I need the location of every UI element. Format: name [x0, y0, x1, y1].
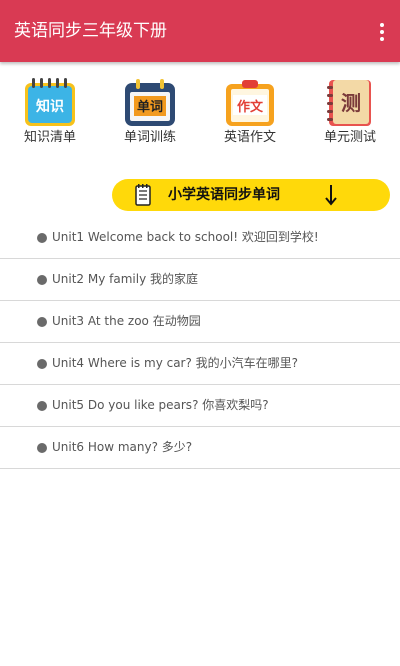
feature-label: 单词训练 [123, 130, 176, 145]
unit-label: Unit5 Do you like pears? 你喜欢梨吗? [52, 398, 269, 412]
unit-label: Unit1 Welcome back to school! 欢迎回到学校! [52, 230, 319, 244]
unit-label: Unit2 My family 我的家庭 [52, 272, 198, 286]
section-banner: 小学英语同步单词 [112, 179, 390, 211]
bullet-icon [37, 443, 47, 453]
feature-english-composition[interactable]: 作文 英语作文 [210, 74, 290, 154]
unit-label: Unit6 How many? 多少? [52, 440, 193, 454]
bullet-icon [37, 359, 47, 369]
feature-grid: 知识 知识清单 单词 单词训练 作文 英语作文 测 单元测试 [0, 74, 400, 154]
feature-icon-text: 知识 [36, 98, 64, 115]
unit-label: Unit4 Where is my car? 我的小汽车在哪里? [52, 356, 299, 370]
feature-icon-text: 单词 [137, 99, 163, 115]
unit-label: Unit3 At the zoo 在动物园 [52, 314, 201, 328]
feature-word-training[interactable]: 单词 单词训练 [110, 74, 190, 154]
feature-unit-test[interactable]: 测 单元测试 [310, 74, 390, 154]
feature-label: 英语作文 [223, 130, 276, 145]
feature-icon-text: 测 [341, 91, 361, 115]
bullet-icon [37, 233, 47, 243]
test-book-icon: 测 [327, 80, 371, 126]
app-screen: 英语同步三年级下册 知识 知识清单 单词 单词训练 作文 英语作文 测 单元测试… [0, 0, 400, 666]
unit-row[interactable]: Unit1 Welcome back to school! 欢迎回到学校! [0, 217, 400, 259]
notebook-icon [135, 184, 151, 206]
unit-row[interactable]: Unit2 My family 我的家庭 [0, 259, 400, 301]
bullet-icon [37, 317, 47, 327]
knowledge-notebook-icon: 知识 [25, 78, 75, 126]
bullet-icon [37, 401, 47, 411]
app-title: 英语同步三年级下册 [14, 21, 167, 41]
feature-label: 知识清单 [23, 130, 76, 145]
bullet-icon [37, 275, 47, 285]
word-calendar-icon: 单词 [125, 79, 175, 126]
banner-title: 小学英语同步单词 [168, 187, 280, 203]
composition-clipboard-icon: 作文 [226, 80, 274, 126]
unit-row[interactable]: Unit4 Where is my car? 我的小汽车在哪里? [0, 343, 400, 385]
unit-row[interactable]: Unit3 At the zoo 在动物园 [0, 301, 400, 343]
unit-list: Unit1 Welcome back to school! 欢迎回到学校! Un… [0, 217, 400, 469]
unit-row[interactable]: Unit6 How many? 多少? [0, 427, 400, 469]
more-vert-icon[interactable] [372, 21, 392, 43]
unit-row[interactable]: Unit5 Do you like pears? 你喜欢梨吗? [0, 385, 400, 427]
arrow-down-icon [325, 185, 337, 206]
feature-icon-text: 作文 [237, 99, 264, 115]
feature-knowledge-list[interactable]: 知识 知识清单 [10, 74, 90, 154]
feature-label: 单元测试 [323, 130, 376, 145]
app-bar: 英语同步三年级下册 [0, 0, 400, 62]
